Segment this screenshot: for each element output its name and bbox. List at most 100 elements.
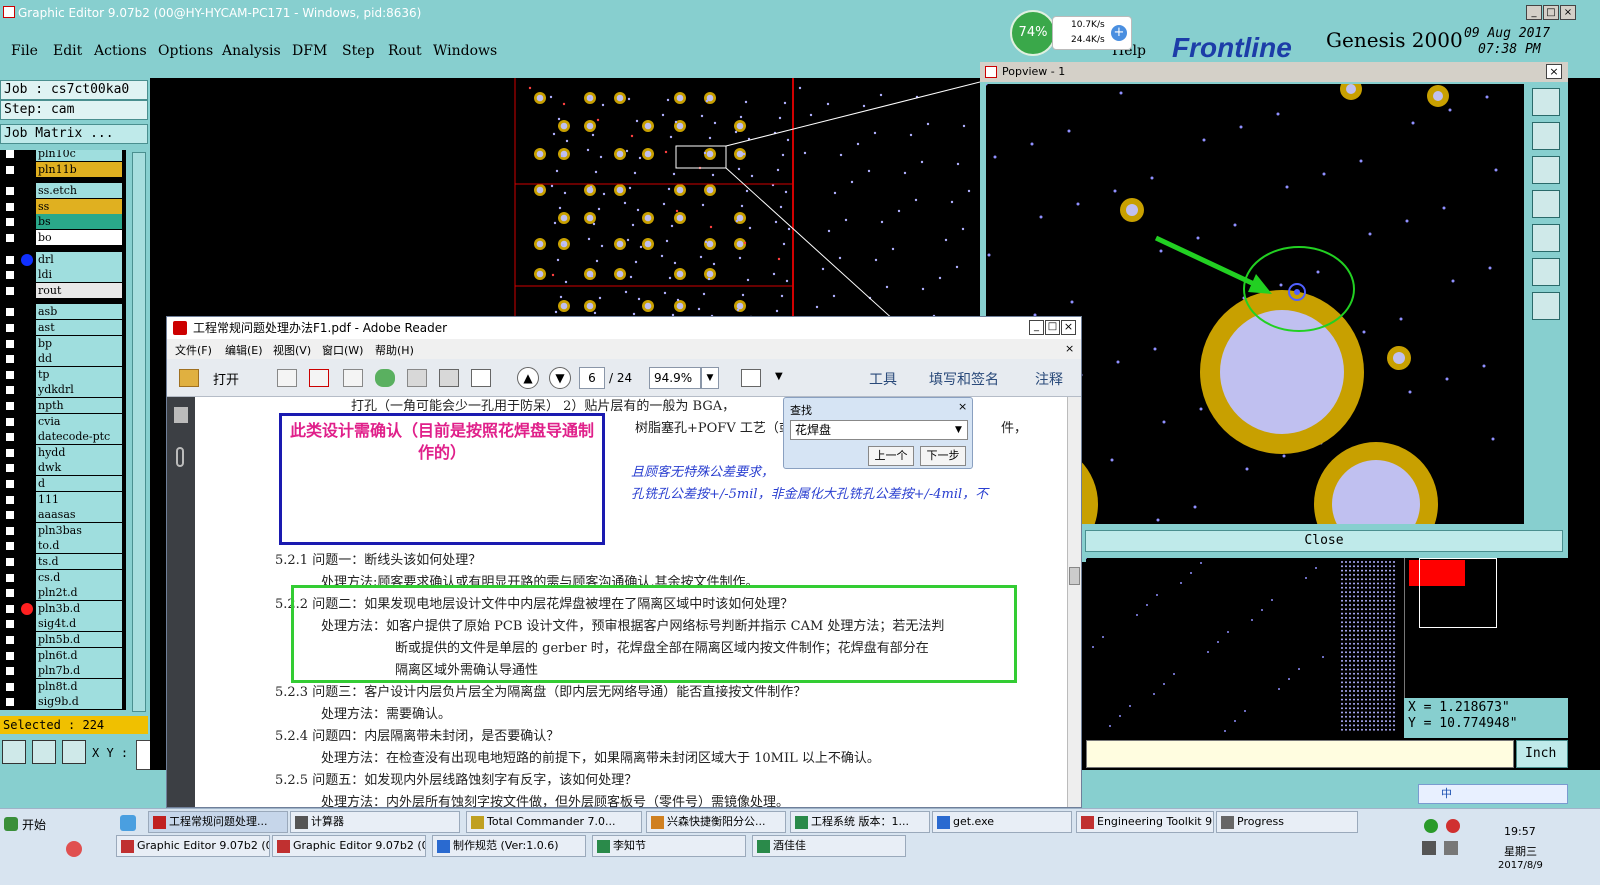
taskbar-button[interactable]: Engineering Toolkit 9.... <box>1076 811 1214 833</box>
job-matrix-button[interactable]: Job Matrix ... <box>0 124 148 144</box>
layer-row[interactable]: rout <box>0 282 124 298</box>
create-pdf-icon[interactable] <box>277 369 297 387</box>
pan-down-icon[interactable] <box>1532 156 1560 184</box>
layer-checkbox[interactable] <box>5 510 15 521</box>
layer-row[interactable]: sig9b.d <box>0 694 124 710</box>
pdf-close-button[interactable]: × <box>1061 320 1076 335</box>
taskbar-button[interactable]: 计算器 <box>290 811 460 833</box>
comment-tab[interactable]: 注释 <box>1035 369 1063 389</box>
layer-row[interactable]: datecode-ptc <box>0 429 124 445</box>
layer-checkbox[interactable] <box>5 186 15 197</box>
pan-left-icon[interactable] <box>1532 190 1560 218</box>
tray-icon-2[interactable] <box>1446 819 1460 833</box>
layer-checkbox[interactable] <box>5 270 15 281</box>
menu-step[interactable]: Step <box>342 43 374 59</box>
zoom-in-icon[interactable] <box>1532 292 1560 320</box>
layer-row[interactable]: pln3bas <box>0 522 124 538</box>
fill-sign-tab[interactable]: 填写和签名 <box>929 369 999 389</box>
email-icon[interactable] <box>471 369 491 387</box>
ime-bar[interactable]: 中 <box>1418 784 1568 804</box>
find-close-icon[interactable]: × <box>958 400 967 413</box>
layer-row[interactable]: pln10c <box>0 150 124 161</box>
layer-row[interactable]: pln6t.d <box>0 647 124 663</box>
layer-checkbox[interactable] <box>5 494 15 505</box>
tray-icon-1[interactable] <box>1424 819 1438 833</box>
sign-icon[interactable] <box>343 369 363 387</box>
taskbar-button[interactable]: 工程常规问题处理... <box>148 811 288 833</box>
menu-dfm[interactable]: DFM <box>292 43 327 59</box>
layer-checkbox[interactable] <box>5 369 15 380</box>
layer-checkbox[interactable] <box>5 416 15 427</box>
tool-icon-1[interactable] <box>2 740 26 764</box>
layer-row[interactable]: to.d <box>0 538 124 554</box>
layer-row[interactable]: ts.d <box>0 554 124 569</box>
layer-row[interactable]: ss <box>0 198 124 214</box>
layer-row[interactable]: ldi <box>0 267 124 283</box>
find-input[interactable]: 花焊盘 ▼ <box>790 420 968 440</box>
zoom-dropdown-icon[interactable]: ▼ <box>701 367 719 389</box>
layer-checkbox[interactable] <box>5 447 15 458</box>
layer-checkbox[interactable] <box>5 572 15 583</box>
layer-row[interactable]: 111 <box>0 491 124 507</box>
menu-actions[interactable]: Actions <box>94 43 147 59</box>
find-dropdown-icon[interactable]: ▼ <box>955 421 962 439</box>
layer-row[interactable]: aaasas <box>0 507 124 523</box>
combine-icon[interactable] <box>309 369 329 387</box>
print-icon[interactable] <box>439 369 459 387</box>
layer-checkbox[interactable] <box>5 479 15 489</box>
layer-row[interactable]: bp <box>0 335 124 351</box>
net-speed-widget[interactable]: 74% 10.7K/s 24.4K/s + <box>1010 10 1132 56</box>
layer-checkbox[interactable] <box>5 541 15 552</box>
layer-row[interactable]: d <box>0 476 124 491</box>
taskbar-button[interactable]: 制作规范 (Ver:1.0.6) <box>432 835 586 857</box>
plus-icon[interactable]: + <box>1111 25 1127 41</box>
layer-checkbox[interactable] <box>5 385 15 396</box>
zoom-fit-icon[interactable] <box>1532 258 1560 286</box>
status-input[interactable] <box>1086 740 1514 768</box>
taskbar-button[interactable]: 李知节 <box>592 835 746 857</box>
layer-checkbox[interactable] <box>5 201 15 212</box>
taskbar-button[interactable]: Total Commander 7.0... <box>466 811 642 833</box>
open-folder-icon[interactable] <box>179 369 199 387</box>
units-selector[interactable]: Inch <box>1516 740 1568 768</box>
layer-checkbox[interactable] <box>5 323 15 333</box>
pdf-menu-edit[interactable]: 编辑(E) <box>225 342 263 358</box>
menu-edit[interactable]: Edit <box>53 43 82 59</box>
taskbar-button[interactable]: Graphic Editor 9.07b2 (0... <box>272 835 426 857</box>
taskbar-button[interactable]: Graphic Editor 9.07b2 (0... <box>116 835 270 857</box>
find-prev-button[interactable]: 上一个 <box>868 446 914 466</box>
layer-checkbox[interactable] <box>5 619 15 630</box>
popview-close-button[interactable]: Close <box>1085 530 1563 552</box>
menu-options[interactable]: Options <box>158 43 213 59</box>
layer-checkbox[interactable] <box>5 401 15 411</box>
pdf-menu-file[interactable]: 文件(F) <box>175 342 212 358</box>
quick-launch-icon-2[interactable] <box>66 841 82 857</box>
taskbar-button[interactable]: Progress <box>1216 811 1358 833</box>
quick-launch-icon[interactable] <box>120 815 136 831</box>
prev-page-icon[interactable]: ▲ <box>517 367 539 389</box>
find-next-button[interactable]: 下一步 <box>920 446 966 466</box>
taskbar-button[interactable]: 兴森快捷衡阳分公... <box>646 811 786 833</box>
layer-checkbox[interactable] <box>5 164 15 175</box>
menu-rout[interactable]: Rout <box>388 43 422 59</box>
layer-row[interactable]: hydd <box>0 444 124 460</box>
layer-checkbox[interactable] <box>5 697 15 708</box>
next-page-icon[interactable]: ▼ <box>549 367 571 389</box>
pdf-scroll-thumb[interactable] <box>1069 567 1080 585</box>
clock-time[interactable]: 19:57 <box>1504 825 1536 838</box>
annotation-box[interactable]: 此类设计需确认（目前是按照花焊盘导通制作的） <box>279 413 605 545</box>
layer-checkbox[interactable] <box>5 588 15 599</box>
layer-checkbox[interactable] <box>5 525 15 536</box>
layer-row[interactable]: pln3b.d <box>0 600 124 616</box>
pdf-menu-close-icon[interactable]: × <box>1065 342 1074 355</box>
save-icon[interactable] <box>407 369 427 387</box>
layer-row[interactable]: pln8t.d <box>0 678 124 694</box>
fit-page-icon[interactable] <box>741 369 761 387</box>
layer-scrollbar[interactable] <box>132 152 146 712</box>
open-button[interactable]: 打开 <box>213 369 239 388</box>
layer-row[interactable]: sig4t.d <box>0 616 124 632</box>
pdf-menu-window[interactable]: 窗口(W) <box>322 342 363 358</box>
layer-checkbox[interactable] <box>5 233 15 243</box>
mini-map[interactable] <box>1404 558 1568 698</box>
start-button[interactable]: 开始 <box>2 813 60 837</box>
